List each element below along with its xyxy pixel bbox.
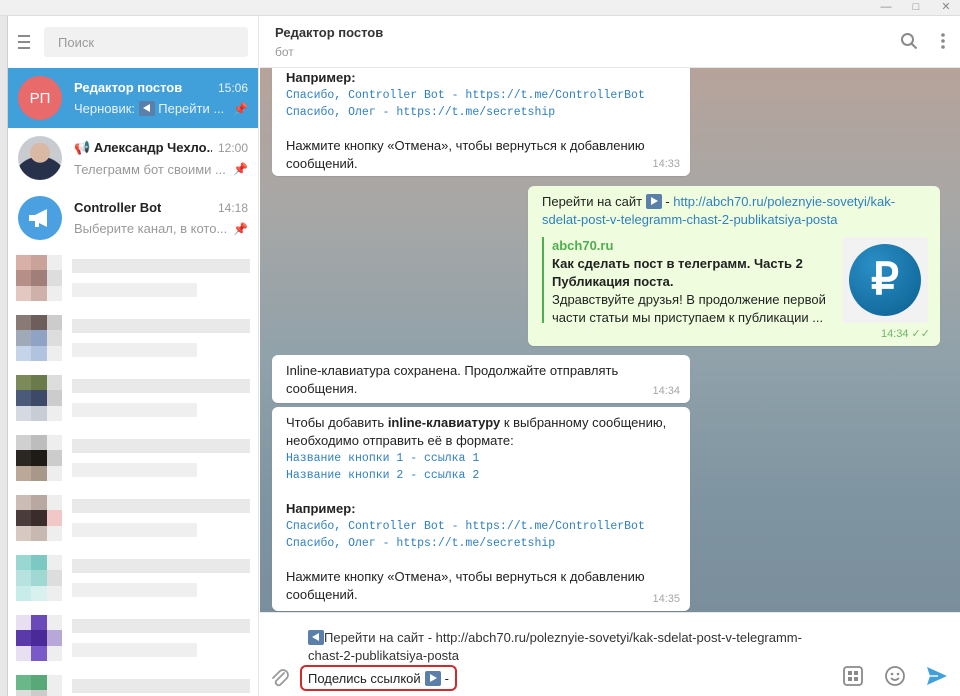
blurred-avatar (16, 555, 62, 601)
blurred-chat-item[interactable] (8, 248, 258, 308)
message-time: 14:34 (652, 385, 680, 397)
message-text: Нажмите кнопку «Отмена», чтобы вернуться… (286, 569, 645, 584)
message-bubble-incoming[interactable]: Inline-клавиатура сохранена. Продолжайте… (272, 355, 690, 403)
chat-preview: Выберите канал, в кото... (74, 221, 228, 236)
blurred-chat-item[interactable] (8, 488, 258, 548)
code-line: Спасибо, Олег - https://t.me/secretship (286, 537, 556, 550)
message-bubble-incoming[interactable]: Чтобы добавить inline-клавиатуру к выбра… (272, 407, 690, 611)
chat-name: Controller Bot (74, 200, 162, 215)
maximize-button[interactable]: □ (910, 0, 922, 14)
blurred-chat-item[interactable] (8, 548, 258, 608)
blurred-chat-item[interactable] (8, 368, 258, 428)
code-line: Спасибо, Controller Bot - https://t.me/C… (286, 89, 645, 102)
menu-icon[interactable] (18, 35, 30, 49)
message-time-read: 14:34 ✓✓ (880, 328, 930, 340)
channel-megaphone-icon: 📢 (74, 139, 94, 155)
message-text: Inline-клавиатура сохранена. Продолжайте… (286, 363, 619, 378)
chat-preview: Телеграмм бот своими ... (74, 161, 226, 177)
blurred-avatar (16, 435, 62, 481)
attach-icon[interactable] (270, 667, 290, 689)
avatar (18, 136, 62, 180)
back-arrow-emoji-icon (138, 101, 155, 116)
avatar: РП (18, 76, 62, 120)
blurred-avatar (16, 255, 62, 301)
search-input[interactable] (44, 27, 248, 57)
message-link[interactable]: sdelat-post-v-telegramm-chast-2-publikat… (542, 211, 928, 229)
chat-header: Редактор постов бот (260, 16, 960, 68)
message-text: сообщений. (286, 156, 358, 171)
play-button-emoji-icon (424, 670, 441, 686)
message-text: Перейти на сайт - http://abch70.ru/polez… (542, 194, 896, 209)
chat-time: 15:06 (217, 81, 248, 95)
chat-name: 📢 Александр Чехло... (74, 139, 212, 155)
input-text: Поделись ссылкой (308, 670, 421, 686)
message-text: необходимо отправить её в формате: (286, 433, 514, 448)
draft-preview: Перейти ... (154, 101, 225, 116)
message-input[interactable]: Поделись ссылкой - (300, 665, 458, 691)
window-titlebar: — □ ✕ (0, 0, 960, 16)
message-bubble-incoming[interactable]: Например: Спасибо, Controller Bot - http… (272, 68, 690, 176)
play-button-emoji-icon (645, 194, 662, 209)
chat-preview: Черновик: Перейти ... (74, 101, 224, 116)
avatar (18, 196, 62, 240)
chat-item-controller-bot[interactable]: Controller Bot 14:18 Выберите канал, в к… (8, 188, 258, 248)
message-bubble-outgoing[interactable]: Перейти на сайт - http://abch70.ru/polez… (528, 186, 940, 346)
message-time: 14:33 (652, 158, 680, 170)
code-line: Спасибо, Controller Bot - https://t.me/C… (286, 520, 645, 533)
link-preview[interactable]: abch70.ru Как сделать пост в телеграмм. … (542, 237, 928, 325)
sidebar-top (8, 16, 258, 68)
chat-subtitle: бот (275, 45, 294, 59)
background-window-edge (0, 16, 8, 696)
blurred-avatar (16, 675, 62, 696)
minimize-button[interactable]: — (880, 0, 892, 14)
code-line: Спасибо, Олег - https://t.me/secretship (286, 106, 556, 119)
message-time: 14:35 (652, 593, 680, 605)
code-line: Название кнопки 1 - ссылка 1 (286, 452, 480, 465)
more-options-icon[interactable] (940, 32, 946, 50)
send-icon[interactable] (926, 666, 948, 686)
chat-item-redaktor-postov[interactable]: РП Редактор постов 15:06 Черновик: Перей… (8, 68, 258, 128)
message-text: сообщений. (286, 587, 358, 602)
message-composer: Перейти на сайт - http://abch70.ru/polez… (260, 612, 960, 696)
blurred-avatar (16, 315, 62, 361)
back-arrow-emoji-icon (308, 630, 324, 645)
message-text: Например: (286, 70, 356, 85)
blurred-chat-item[interactable] (8, 668, 258, 696)
blurred-avatar (16, 375, 62, 421)
blurred-avatar (16, 615, 62, 661)
chat-name: Редактор постов (74, 80, 183, 95)
bot-keyboard-icon[interactable] (842, 665, 864, 687)
preview-title: Публикация поста. (552, 274, 674, 289)
message-list[interactable]: Например: Спасибо, Controller Bot - http… (260, 68, 960, 612)
pin-icon: 📌 (233, 221, 248, 236)
draft-text-area[interactable]: Перейти на сайт - http://abch70.ru/polez… (308, 629, 828, 665)
preview-image: ₽ (842, 237, 928, 323)
search-icon[interactable] (900, 32, 918, 50)
sidebar: РП Редактор постов 15:06 Черновик: Перей… (8, 16, 259, 696)
input-text-tail: - (444, 670, 450, 686)
blurred-chat-item[interactable] (8, 608, 258, 668)
pin-icon: 📌 (233, 162, 248, 176)
blurred-avatar (16, 495, 62, 541)
preview-title: Как сделать пост в телеграмм. Часть 2 (552, 256, 803, 271)
chat-time: 14:18 (217, 201, 248, 215)
chat-time: 12:00 (217, 140, 248, 155)
message-text: Чтобы добавить inline-клавиатуру к выбра… (286, 415, 667, 430)
emoji-icon[interactable] (884, 665, 906, 687)
chat-item-aleksandr[interactable]: 📢 Александр Чехло... 12:00 Телеграмм бот… (8, 128, 258, 188)
blurred-chat-item[interactable] (8, 428, 258, 488)
blurred-chat-item[interactable] (8, 308, 258, 368)
code-line: Название кнопки 2 - ссылка 2 (286, 469, 480, 482)
ruble-logo-icon: ₽ (849, 244, 921, 316)
message-text: сообщения. (286, 381, 358, 396)
message-link[interactable]: http://abch70.ru/poleznyie-sovetyi/kak- (673, 194, 895, 209)
message-text: Нажмите кнопку «Отмена», чтобы вернуться… (286, 138, 645, 153)
megaphone-icon (29, 209, 47, 227)
chat-panel: Редактор постов бот Например: Спасибо, C… (260, 16, 960, 696)
close-button[interactable]: ✕ (940, 0, 952, 14)
pin-icon: 📌 (233, 101, 248, 116)
chat-title[interactable]: Редактор постов (275, 25, 945, 40)
message-text: Например: (286, 501, 356, 516)
draft-label: Черновик: (74, 101, 136, 116)
